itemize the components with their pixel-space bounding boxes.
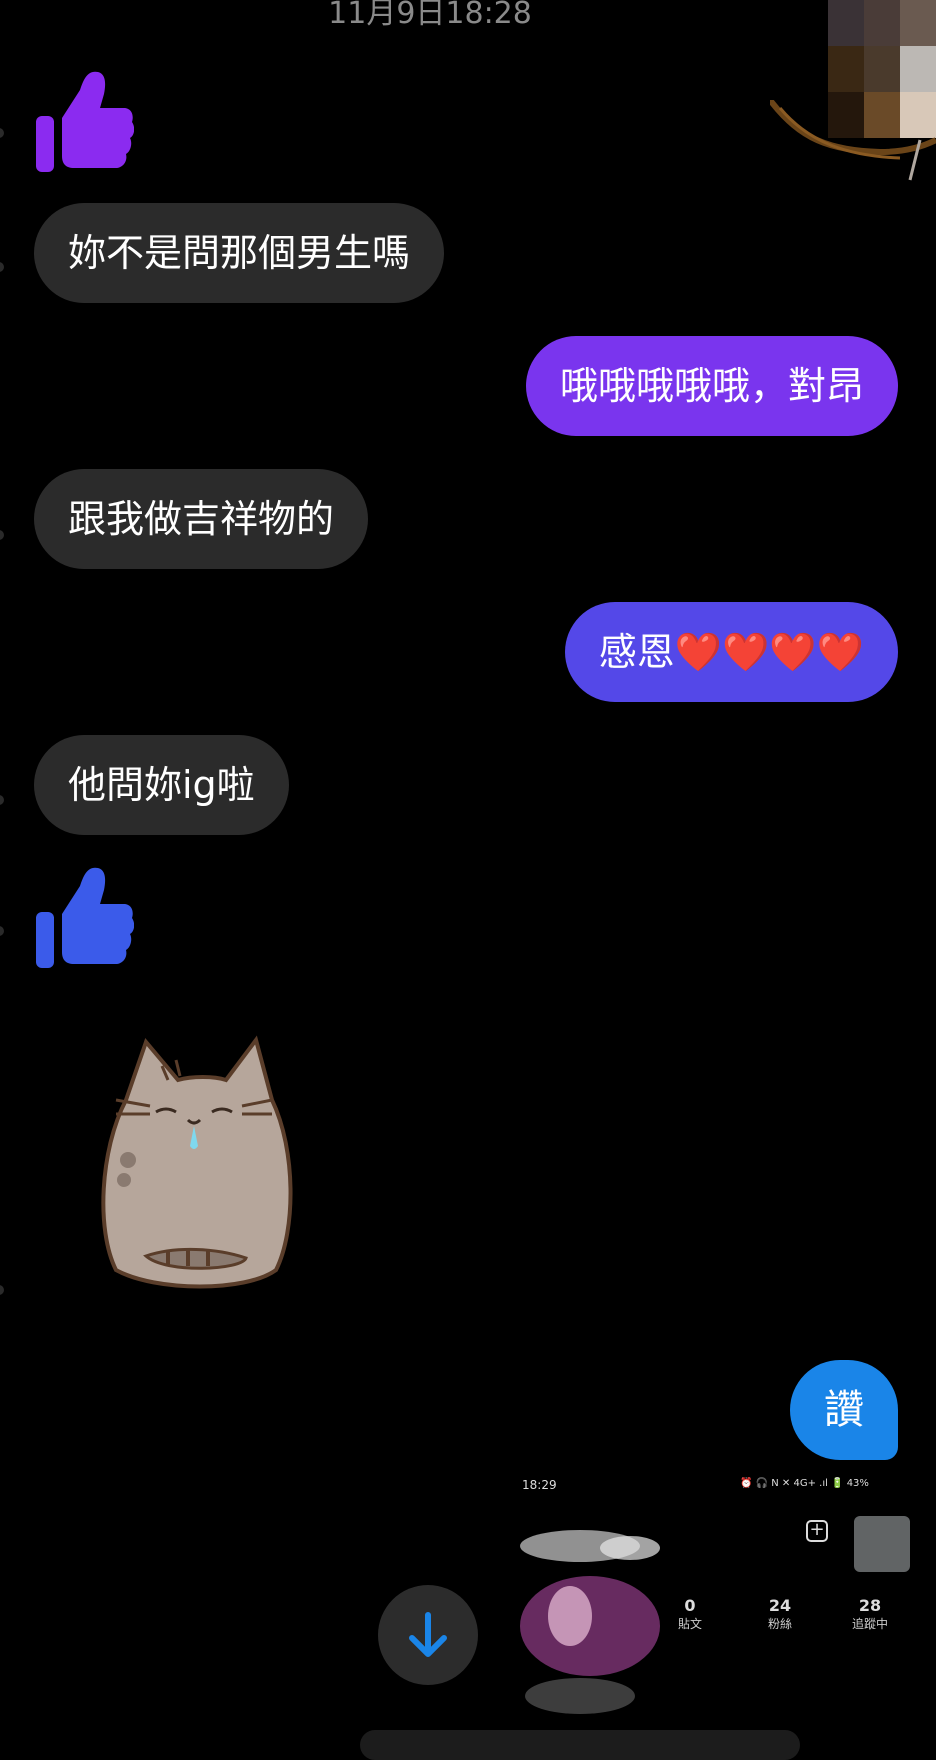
screenshot-time: 18:29: [522, 1478, 557, 1492]
thumbs-up-icon[interactable]: [34, 866, 134, 968]
read-marker: [0, 1285, 4, 1295]
read-marker: [0, 262, 4, 272]
arrow-down-icon: [409, 1612, 447, 1657]
message-bubble-outgoing[interactable]: 哦哦哦哦哦，對昂: [525, 336, 898, 436]
scroll-to-bottom-button[interactable]: [378, 1585, 478, 1685]
read-marker: [0, 128, 4, 138]
message-bubble-outgoing[interactable]: 讚: [790, 1360, 898, 1460]
message-bubble-incoming[interactable]: 妳不是問那個男生嗎: [34, 203, 445, 303]
avatar-hair-decoration: [770, 100, 936, 181]
read-marker: [0, 795, 4, 805]
stat-followers: 24 粉絲: [767, 1596, 792, 1631]
screenshot-status-bar: ⏰ 🎧 N ✕ 4G+ .ıl 🔋 43%: [740, 1478, 869, 1489]
thumbs-up-icon[interactable]: [34, 70, 134, 172]
read-marker: [0, 530, 4, 540]
message-bubble-incoming[interactable]: 跟我做吉祥物的: [34, 469, 369, 569]
read-marker: [0, 926, 4, 936]
message-bubble-outgoing[interactable]: 感恩❤️❤️❤️❤️: [564, 602, 898, 702]
profile-stats: 0 貼文 24 粉絲 28 追蹤中: [660, 1596, 900, 1632]
composer-bar[interactable]: [360, 1730, 800, 1760]
attached-screenshot[interactable]: 18:29 ⏰ 🎧 N ✕ 4G+ .ıl 🔋 43% + 0 貼文 24 粉絲…: [490, 1470, 910, 1740]
message-timestamp: 11月9日18:28: [328, 0, 532, 31]
blurred-thumbnail: [854, 1516, 910, 1572]
add-icon[interactable]: +: [806, 1520, 828, 1542]
message-bubble-incoming[interactable]: 他問妳ig啦: [34, 735, 289, 835]
pusheen-cat-sticker[interactable]: [96, 1030, 306, 1300]
stat-following: 28 追蹤中: [851, 1596, 888, 1631]
stat-posts: 0 貼文: [677, 1596, 702, 1631]
